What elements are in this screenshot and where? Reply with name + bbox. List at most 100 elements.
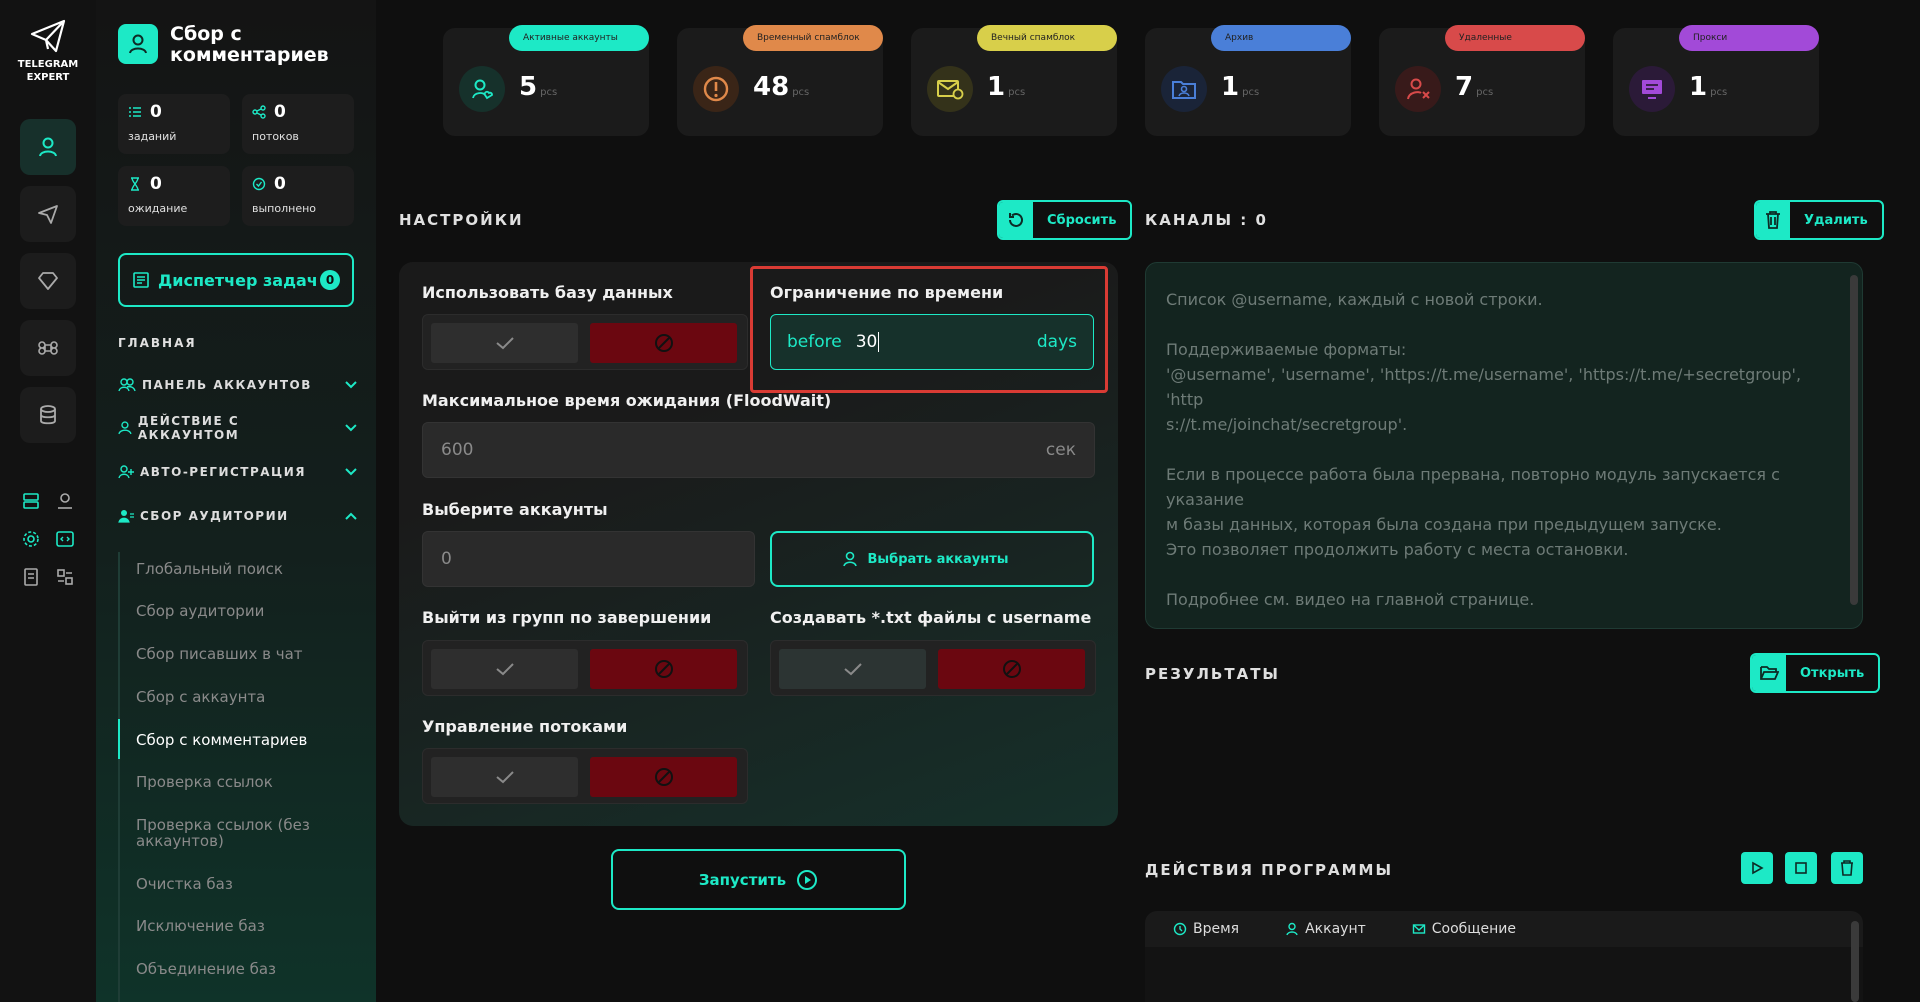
stat-tasks: 0 заданий xyxy=(118,94,230,154)
card-deleted[interactable]: Удаленные 7 pcs xyxy=(1379,25,1585,136)
block-icon xyxy=(654,334,673,352)
channels-textarea[interactable]: Список @username, каждый с новой строки.… xyxy=(1145,262,1863,629)
col-account[interactable]: Аккаунт xyxy=(1285,921,1366,937)
nav-group-account-actions[interactable]: ДЕЙСТВИЕ С АККАУНТОМ xyxy=(118,414,358,442)
reset-icon xyxy=(1009,212,1023,227)
channels-placeholder-line: Если в процессе работа была прервана, по… xyxy=(1166,465,1780,509)
app-logo[interactable]: TELEGRAM EXPERT xyxy=(0,18,96,84)
open-results-button[interactable]: Открыть xyxy=(1750,653,1881,693)
use-db-toggle[interactable] xyxy=(422,314,748,370)
stop-icon xyxy=(1795,862,1807,874)
channels-scrollbar[interactable] xyxy=(1850,275,1858,605)
col-time[interactable]: Время xyxy=(1173,921,1239,937)
submenu-active-indicator xyxy=(118,719,120,759)
use-db-label: Использовать базу данных xyxy=(422,283,673,302)
select-accounts-button-label: Выбрать аккаунты xyxy=(867,551,1009,567)
leave-groups-yes[interactable] xyxy=(431,649,578,689)
nav-item-db-exclusion[interactable]: Исключение баз xyxy=(136,918,356,934)
user-icon xyxy=(118,421,132,435)
trash-icon xyxy=(1841,860,1853,876)
clear-log-button[interactable] xyxy=(1831,852,1863,884)
nav-item-global-search[interactable]: Глобальный поиск xyxy=(136,561,356,577)
card-proxy[interactable]: Прокси 1 pcs xyxy=(1613,25,1819,136)
nav-item-from-comments[interactable]: Сбор с комментариев xyxy=(136,732,356,748)
create-txt-yes[interactable] xyxy=(779,649,926,689)
channels-heading: КАНАЛЫ : 0 xyxy=(1145,211,1268,229)
nav-item-from-account[interactable]: Сбор с аккаунта xyxy=(136,689,356,705)
rail-document-icon[interactable] xyxy=(20,566,42,588)
rail-location-icon[interactable] xyxy=(54,490,76,512)
threads-no[interactable] xyxy=(590,757,737,797)
create-txt-no[interactable] xyxy=(938,649,1085,689)
submenu-track xyxy=(118,552,120,1002)
delete-channels-button[interactable]: Удалить xyxy=(1754,200,1884,240)
rail-command-button[interactable] xyxy=(20,320,76,376)
nav-group-audience-collection[interactable]: СБОР АУДИТОРИИ xyxy=(118,504,358,528)
check-circle-icon xyxy=(252,177,266,191)
card-perm-spamblock-count: 1 pcs xyxy=(987,72,1026,102)
card-perm-spamblock[interactable]: Вечный спамблок 1 pcs xyxy=(911,25,1117,136)
leave-groups-toggle[interactable] xyxy=(422,640,748,696)
actions-heading: ДЕЙСТВИЯ ПРОГРАММЫ xyxy=(1145,861,1394,879)
threads-toggle[interactable] xyxy=(422,748,748,804)
telegram-logo-icon xyxy=(30,19,66,53)
nav-group-accounts-panel[interactable]: ПАНЕЛЬ АККАУНТОВ xyxy=(118,373,358,397)
threads-yes[interactable] xyxy=(431,757,578,797)
use-db-no[interactable] xyxy=(590,323,737,363)
alert-icon xyxy=(693,66,739,112)
card-archive[interactable]: Архив 1 pcs xyxy=(1145,25,1351,136)
stat-waiting-value: 0 xyxy=(150,174,162,194)
rail-send-button[interactable] xyxy=(20,186,76,242)
user-list-icon xyxy=(118,510,134,523)
reset-button[interactable]: Сбросить xyxy=(997,200,1133,240)
card-active-accounts[interactable]: Активные аккаунты 5 pcs xyxy=(443,25,649,136)
stop-log-button[interactable] xyxy=(1785,852,1817,884)
nav-item-chat-writers[interactable]: Сбор писавших в чат xyxy=(136,646,356,662)
nav-item-link-check[interactable]: Проверка ссылок xyxy=(136,774,356,790)
select-accounts-button[interactable]: Выбрать аккаунты xyxy=(770,531,1094,587)
task-dispatcher-badge: 0 xyxy=(320,270,340,290)
rail-premium-button[interactable] xyxy=(20,253,76,309)
block-icon xyxy=(654,660,673,678)
rail-tools-icon[interactable] xyxy=(54,566,76,588)
task-dispatcher-button[interactable]: Диспетчер задач 0 xyxy=(118,253,354,307)
stat-done-value: 0 xyxy=(274,174,286,194)
rail-database-button[interactable] xyxy=(20,387,76,443)
nav-item-audience-collection[interactable]: Сбор аудитории xyxy=(136,603,356,619)
floodwait-input[interactable]: 600 сек xyxy=(422,422,1095,478)
module-title: Сбор с комментариев xyxy=(170,23,329,66)
run-button[interactable]: Запустить xyxy=(611,849,906,910)
nav-item-link-check-no-accounts[interactable]: Проверка ссылок (без аккаунтов) xyxy=(136,817,336,849)
stat-waiting: 0 ожидание xyxy=(118,166,230,226)
actions-log-scrollbar[interactable] xyxy=(1851,921,1859,1002)
icon-rail: TELEGRAM EXPERT xyxy=(0,0,96,1002)
nav-item-db-cleanup[interactable]: Очистка баз xyxy=(136,876,356,892)
section-heading-main: ГЛАВНАЯ xyxy=(118,336,197,350)
rail-settings-icon[interactable] xyxy=(20,528,42,550)
list-icon xyxy=(129,107,141,117)
nav-item-db-merge[interactable]: Объединение баз xyxy=(136,961,356,977)
rail-code-icon[interactable] xyxy=(54,528,76,550)
rail-server-icon[interactable] xyxy=(20,490,42,512)
col-message[interactable]: Сообщение xyxy=(1412,921,1516,937)
actions-log: Время Аккаунт Сообщение xyxy=(1145,911,1863,1002)
floodwait-label: Максимальное время ожидания (FloodWait) xyxy=(422,391,832,410)
floodwait-unit: сек xyxy=(1045,440,1076,460)
open-results-label: Открыть xyxy=(1800,665,1865,681)
mail-block-icon xyxy=(927,66,973,112)
card-deleted-label: Удаленные xyxy=(1445,25,1585,51)
card-temp-spamblock[interactable]: Временный спамблок 48 pcs xyxy=(677,25,883,136)
start-log-button[interactable] xyxy=(1741,852,1773,884)
reset-label: Сбросить xyxy=(1047,212,1117,228)
brand-line1: TELEGRAM xyxy=(17,59,79,70)
use-db-yes[interactable] xyxy=(431,323,578,363)
channels-placeholder-line: s://t.me/joinchat/secretgroup'. xyxy=(1166,415,1408,434)
nav-group-auto-registration[interactable]: АВТО-РЕГИСТРАЦИЯ xyxy=(118,460,358,484)
create-txt-toggle[interactable] xyxy=(770,640,1096,696)
brand-line2: EXPERT xyxy=(26,72,70,83)
leave-groups-no[interactable] xyxy=(590,649,737,689)
card-active-accounts-count: 5 pcs xyxy=(519,72,558,102)
rail-accounts-button[interactable] xyxy=(20,119,76,175)
accounts-count-input[interactable]: 0 xyxy=(422,531,755,587)
card-temp-spamblock-count: 48 pcs xyxy=(753,72,810,102)
